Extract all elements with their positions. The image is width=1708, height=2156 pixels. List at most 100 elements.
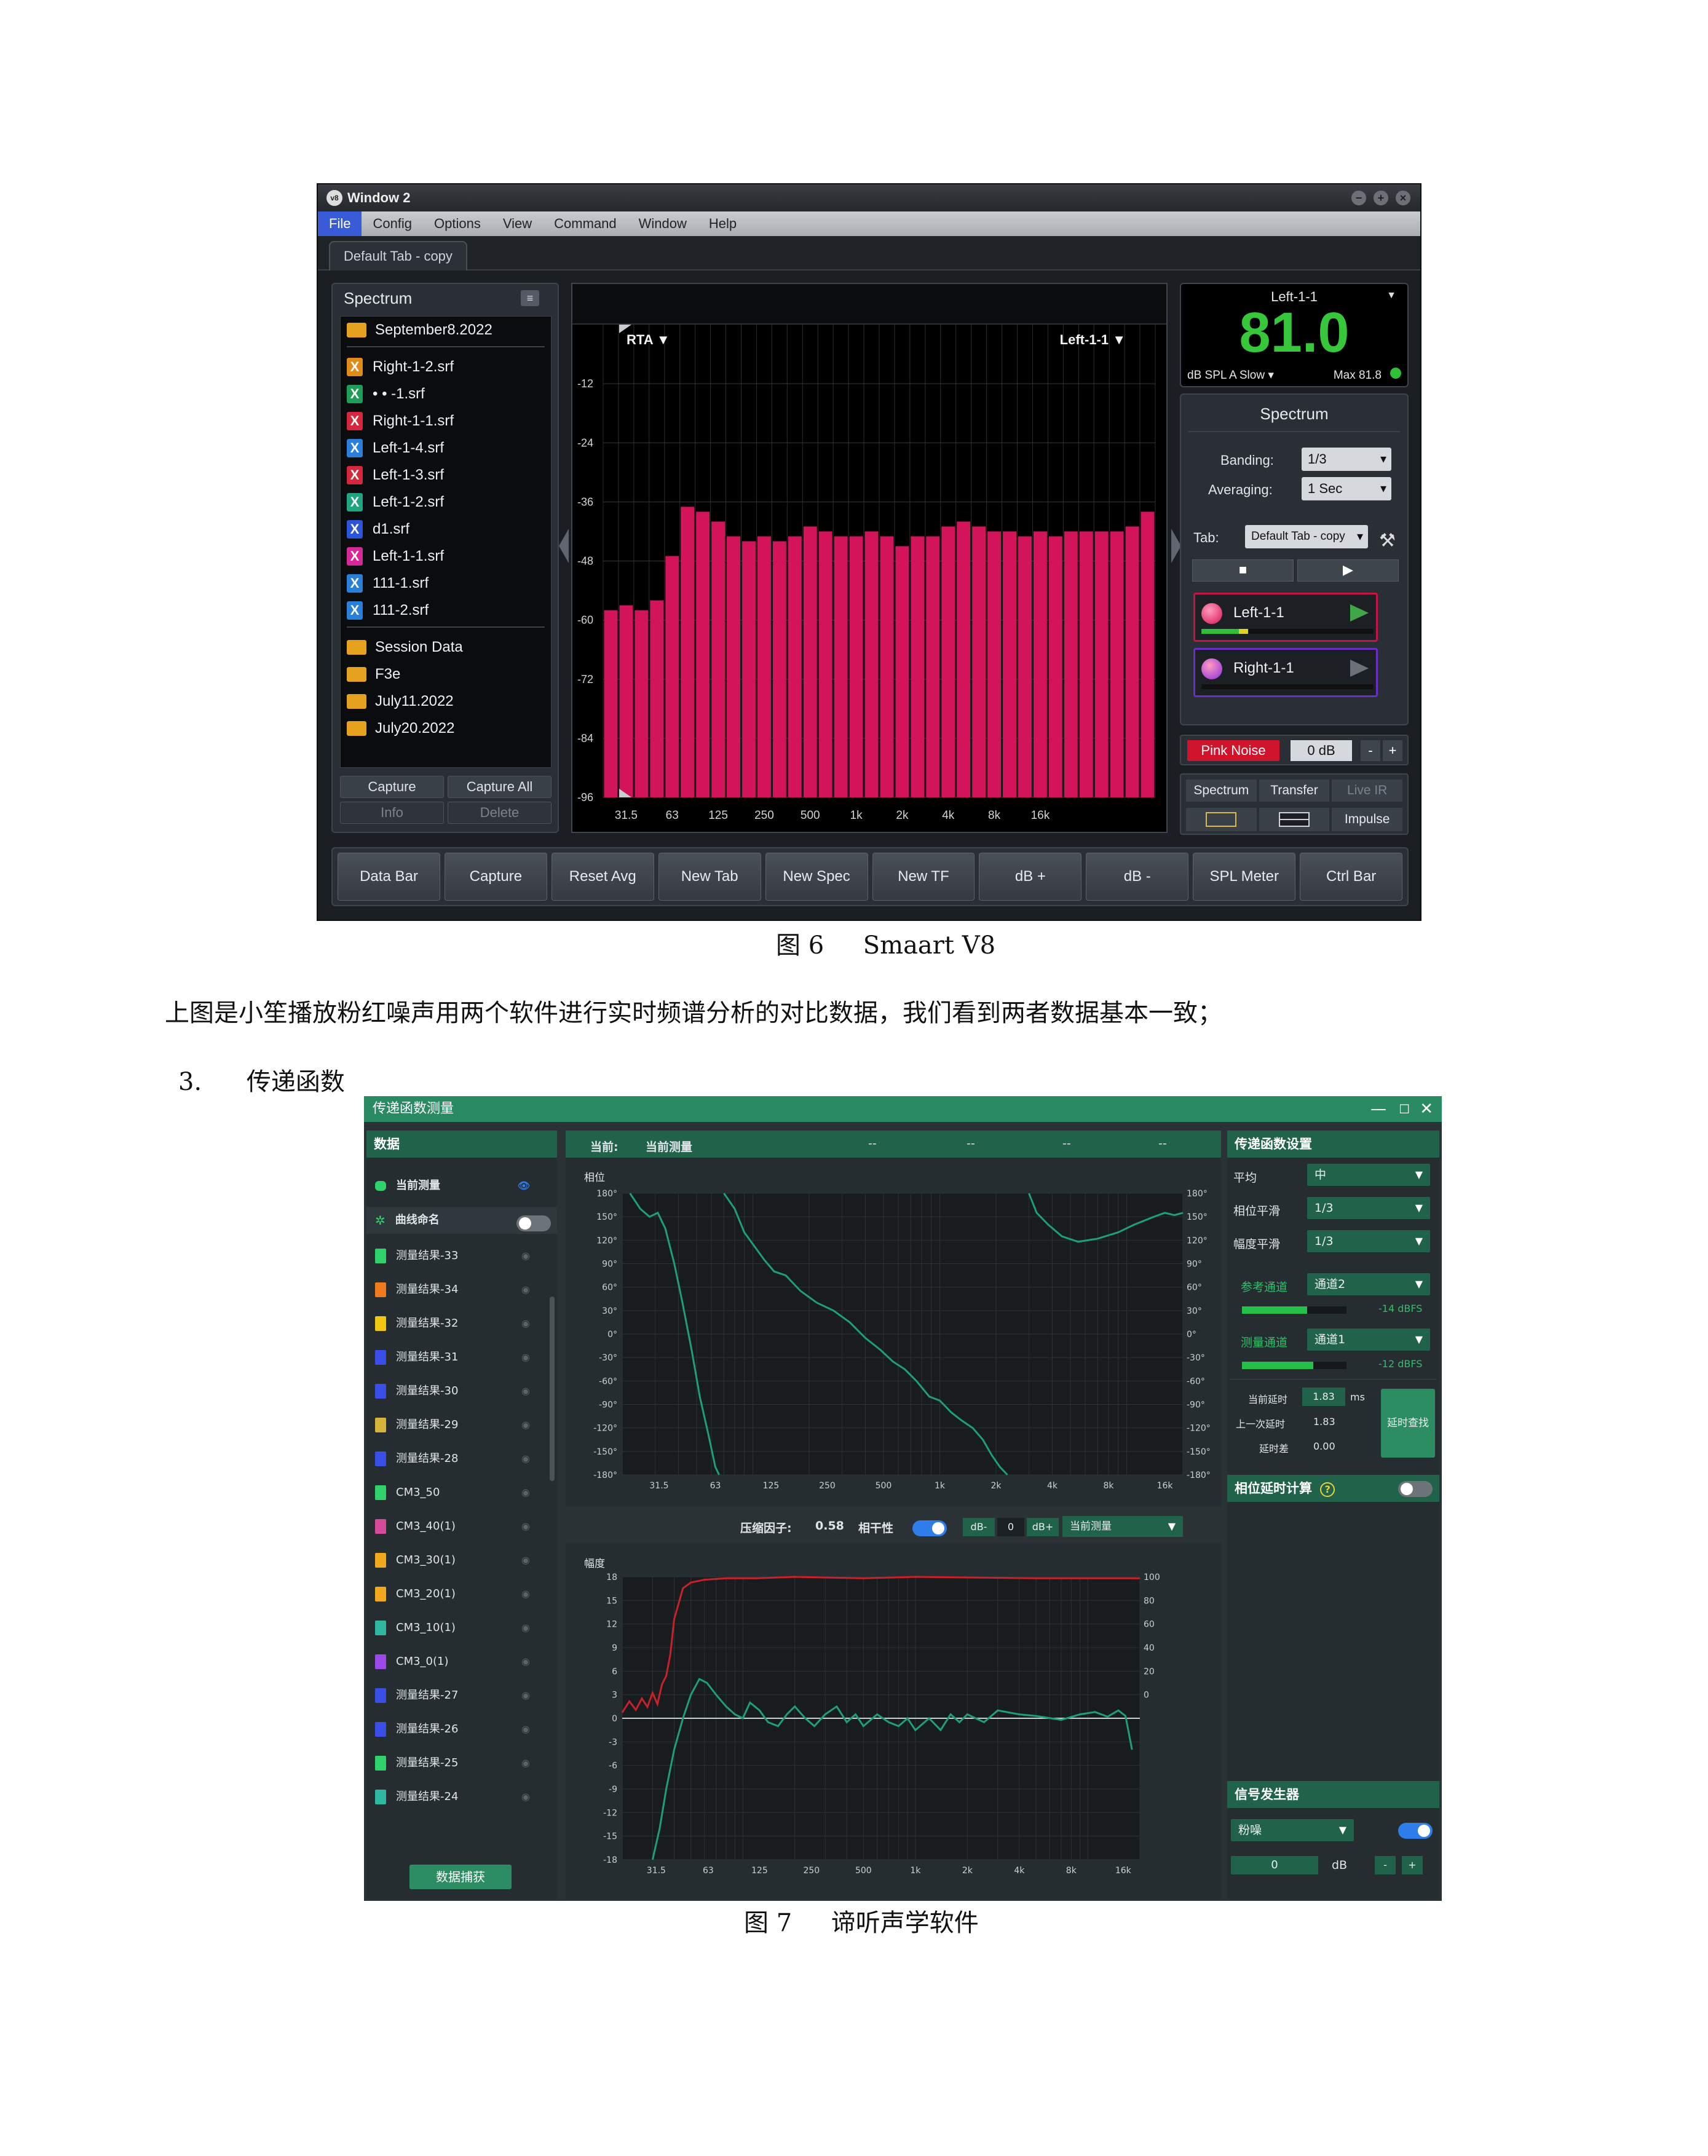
file-item[interactable]: X 111-1.srf [341,570,551,597]
stop-button[interactable]: ■ [1192,559,1294,582]
meter-dropdown-icon[interactable]: ▼ [1386,290,1396,301]
file-item[interactable]: X Right-1-2.srf [341,353,551,381]
visibility-eye-icon[interactable]: ◉ [521,1683,530,1708]
measurement-list-item[interactable]: 测量结果-29 ◉ [375,1413,551,1437]
collapse-left-icon[interactable] [559,529,569,563]
list-scrollbar[interactable] [550,1297,555,1481]
delete-button[interactable]: Delete [448,802,552,824]
db-minus-button[interactable]: dB- [963,1518,995,1536]
folder-item[interactable]: Session Data [341,634,551,661]
measurement-list-item[interactable]: 测量结果-30 ◉ [375,1379,551,1404]
measurement-list-item[interactable]: CM3_50 ◉ [375,1480,551,1505]
single-view-button[interactable] [1186,808,1257,831]
tools-icon[interactable]: ⚒ [1379,530,1396,551]
impulse-button[interactable]: Impulse [1332,808,1402,831]
tab-select[interactable]: Default Tab - copy [1245,525,1368,548]
split-view-button[interactable] [1259,808,1330,831]
level-plus-button[interactable]: + [1383,740,1402,761]
measurement-list-item[interactable]: 测量结果-25 ◉ [375,1751,551,1775]
source-select[interactable]: 当前测量 [1062,1516,1183,1537]
folder-item[interactable]: F3e [341,661,551,688]
help-icon[interactable]: ? [1320,1482,1335,1497]
banding-select[interactable]: 1/3 [1302,448,1391,471]
measurement-list-item[interactable]: CM3_40(1) ◉ [375,1514,551,1539]
visibility-eye-icon[interactable]: ◉ [521,1751,530,1775]
measurement-channel-select[interactable]: 通道1 [1307,1329,1430,1351]
noise-type-select[interactable]: 粉噪 [1231,1819,1354,1841]
curve-naming-toggle[interactable] [516,1215,551,1231]
generator-level[interactable]: 0 dB [1291,740,1352,761]
file-item[interactable]: Xd1.srf [341,516,551,543]
phase-smoothing-select[interactable]: 1/3 [1307,1197,1430,1219]
averaging-select[interactable]: 1 Sec [1302,477,1391,500]
generator-minus-button[interactable]: - [1375,1856,1396,1874]
close-icon[interactable]: × [1396,191,1410,205]
file-item[interactable]: X Left-1-3.srf [341,462,551,489]
channel-play-icon[interactable] [1350,604,1369,622]
pink-noise-button[interactable]: Pink Noise [1187,740,1279,761]
tab-default-copy[interactable]: Default Tab - copy [329,241,467,270]
minimize-icon[interactable]: − [1351,191,1366,205]
capture-all-button[interactable]: Capture All [448,776,552,798]
visibility-eye-icon[interactable]: 👁 [518,1174,530,1198]
new-tab-button[interactable]: New Tab [658,853,761,901]
minimize-icon[interactable]: — [1370,1096,1386,1122]
visibility-eye-icon[interactable]: ◉ [521,1345,530,1370]
visibility-eye-icon[interactable]: ◉ [521,1548,530,1573]
close-icon[interactable]: ✕ [1420,1096,1433,1122]
file-item[interactable]: X Left-1-2.srf [341,489,551,516]
visibility-eye-icon[interactable]: ◉ [521,1379,530,1404]
visibility-eye-icon[interactable]: ◉ [521,1582,530,1606]
new-tf-button[interactable]: New TF [872,853,975,901]
data-bar-button[interactable]: Data Bar [338,853,440,901]
spl-meter-button[interactable]: SPL Meter [1193,853,1296,901]
rta-mode-label[interactable]: RTA ▼ [627,332,670,347]
data-capture-button[interactable]: 数据捕获 [409,1865,512,1889]
capture-button[interactable]: Capture [340,776,444,798]
new-spec-button[interactable]: New Spec [765,853,868,901]
menu-config[interactable]: Config [362,211,423,236]
db-plus-button[interactable]: dB + [979,853,1082,901]
generator-plus-button[interactable]: + [1402,1856,1423,1874]
meter-unit[interactable]: dB SPL A Slow ▾ [1187,368,1274,382]
file-item[interactable]: X Left-1-4.srf [341,435,551,462]
level-minus-button[interactable]: - [1361,740,1380,761]
file-item[interactable]: X 111-2.srf [341,597,551,624]
file-item[interactable]: X • • -1.srf [341,381,551,408]
visibility-eye-icon[interactable]: ◉ [521,1244,530,1268]
measurement-list-item[interactable]: 测量结果-27 ◉ [375,1683,551,1708]
start-button[interactable]: ▶ [1297,559,1399,582]
find-delay-button[interactable]: 延时查找 [1381,1389,1435,1458]
menu-command[interactable]: Command [543,211,627,236]
measurement-list-item[interactable]: 测量结果-24 ◉ [375,1785,551,1809]
rta-source-label[interactable]: Left-1-1 ▼ [1060,332,1126,347]
measurement-list-item[interactable]: CM3_30(1) ◉ [375,1548,551,1573]
phase-delay-toggle[interactable] [1398,1481,1433,1497]
channel-2[interactable]: Right-1-1 [1193,648,1378,697]
average-select[interactable]: 中 [1307,1164,1430,1186]
spl-meter[interactable]: Left-1-1 ▼ 81.0 dB SPL A Slow ▾ Max 81.8 [1180,283,1409,387]
measurement-list-item[interactable]: 测量结果-31 ◉ [375,1345,551,1370]
mode-tab-transfer[interactable]: Transfer [1259,780,1330,802]
menu-help[interactable]: Help [698,211,748,236]
visibility-eye-icon[interactable]: ◉ [521,1616,530,1640]
reset-avg-button[interactable]: Reset Avg [551,853,654,901]
measurement-list-item[interactable]: 测量结果-32 ◉ [375,1311,551,1336]
folder-item[interactable]: July20.2022 [341,715,551,742]
reference-channel-select[interactable]: 通道2 [1307,1273,1430,1295]
maximize-icon[interactable]: ☐ [1399,1096,1410,1122]
maximize-icon[interactable]: + [1374,191,1388,205]
visibility-eye-icon[interactable]: ◉ [521,1480,530,1505]
menu-view[interactable]: View [492,211,543,236]
info-button[interactable]: Info [340,802,444,824]
measurement-list-item[interactable]: 测量结果-33 ◉ [375,1244,551,1268]
visibility-eye-icon[interactable]: ◉ [521,1447,530,1471]
visibility-eye-icon[interactable]: ◉ [521,1311,530,1336]
measurement-list-item[interactable]: CM3_0(1) ◉ [375,1649,551,1674]
db-minus-button[interactable]: dB - [1086,853,1189,901]
magnitude-smoothing-select[interactable]: 1/3 [1307,1230,1430,1252]
folder-item[interactable]: July11.2022 [341,688,551,715]
measurement-list-item[interactable]: CM3_20(1) ◉ [375,1582,551,1606]
visibility-eye-icon[interactable]: ◉ [521,1785,530,1809]
measurement-list-item[interactable]: 测量结果-28 ◉ [375,1447,551,1471]
